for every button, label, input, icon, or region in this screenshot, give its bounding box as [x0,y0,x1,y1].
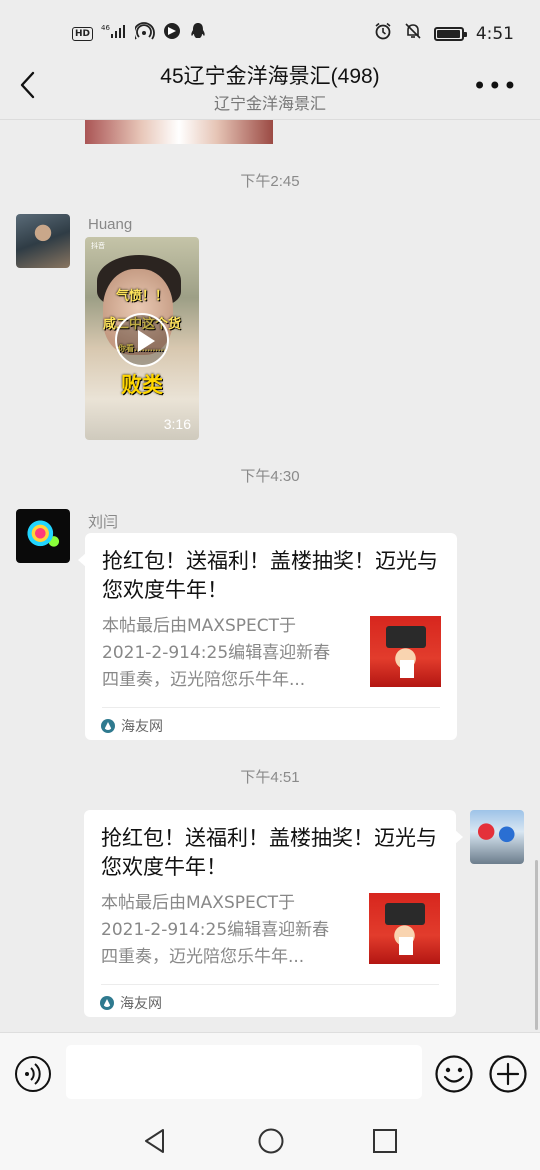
app-notification-icon [163,22,181,46]
status-time: 4:51 [475,24,514,44]
nav-home-icon[interactable] [257,1127,285,1155]
scrollbar[interactable] [535,860,538,1030]
input-bar [0,1032,540,1114]
avatar-me[interactable] [470,810,524,864]
link-card-message[interactable]: 抢红包！送福利！盖楼抽奖！迈光与您欢度牛年！ 本帖最后由MAXSPECT于 20… [78,533,457,740]
emoji-icon[interactable] [434,1054,474,1094]
signal-icon: 46 [101,23,127,45]
card-source-label: 海友网 [121,718,163,734]
card-title: 抢红包！送福利！盖楼抽奖！迈光与您欢度牛年！ [102,549,438,602]
source-logo-icon [100,996,114,1010]
card-thumbnail [369,893,440,964]
timestamp: 下午4:51 [240,769,300,786]
alarm-icon [374,22,392,46]
card-thumbnail [370,616,441,687]
card-desc-line: 四重奏，迈光陪您乐牛年... [101,947,305,967]
video-message[interactable]: 抖音 气愤！！ 咸二中这个货 你看………… 败类 3:16 [85,237,199,440]
card-source: 海友网 [100,993,162,1013]
timestamp: 下午2:45 [240,173,300,190]
card-title: 抢红包！送福利！盖楼抽奖！迈光与您欢度牛年！ [101,826,437,879]
battery-fill [436,30,460,38]
chat-subtitle: 辽宁金洋海景汇 [213,96,326,113]
card-desc-line: 2021-2-914:25编辑喜迎新春 [102,643,331,663]
hotspot-icon [133,22,155,46]
timestamp: 下午4:30 [240,468,300,485]
card-divider [101,984,439,985]
video-duration: 3:16 [163,416,191,432]
card-description: 本帖最后由MAXSPECT于 2021-2-914:25编辑喜迎新春 四重奏，迈… [102,613,352,694]
system-nav-bar [0,1114,540,1170]
battery-icon [433,27,467,41]
hd-icon: HD [72,27,94,41]
card-divider [102,707,440,708]
link-card-message[interactable]: 抢红包！送福利！盖楼抽奖！迈光与您欢度牛年！ 本帖最后由MAXSPECT于 20… [84,810,463,1017]
chat-title: 45辽宁金洋海景汇(498) [160,65,380,88]
nav-recent-icon[interactable] [372,1128,398,1154]
video-watermark: 抖音 [91,242,105,250]
card-source: 海友网 [101,716,163,736]
card-desc-line: 本帖最后由MAXSPECT于 [101,893,295,913]
video-caption: 气愤！！ [115,289,168,304]
card-desc-line: 2021-2-914:25编辑喜迎新春 [101,920,330,940]
avatar-huang[interactable] [16,214,70,268]
avatar-liu[interactable] [16,509,70,563]
more-options-button[interactable]: ••• [473,72,518,100]
plus-icon[interactable] [488,1054,528,1094]
mute-icon [404,22,422,46]
chat-header: 45辽宁金洋海景汇(498) 辽宁金洋海景汇 ••• [0,52,540,120]
card-desc-line: 四重奏，迈光陪您乐牛年... [102,670,306,690]
source-logo-icon [101,719,115,733]
nav-back-icon[interactable] [141,1126,169,1156]
card-description: 本帖最后由MAXSPECT于 2021-2-914:25编辑喜迎新春 四重奏，迈… [101,890,351,971]
sender-name: 刘闫 [88,514,119,531]
play-icon[interactable] [115,313,169,367]
partial-image-message[interactable] [85,120,273,144]
qq-icon [189,22,207,46]
message-input[interactable] [66,1045,422,1099]
sender-name: Huang [88,216,133,233]
chat-messages[interactable]: 下午2:45 Huang 抖音 气愤！！ 咸二中这个货 你看………… 败类 3:… [0,120,540,1032]
card-desc-line: 本帖最后由MAXSPECT于 [102,616,296,636]
video-caption: 败类 [121,373,163,397]
voice-icon[interactable] [14,1055,52,1093]
card-source-label: 海友网 [120,995,162,1011]
network-label: 46 [101,24,110,32]
